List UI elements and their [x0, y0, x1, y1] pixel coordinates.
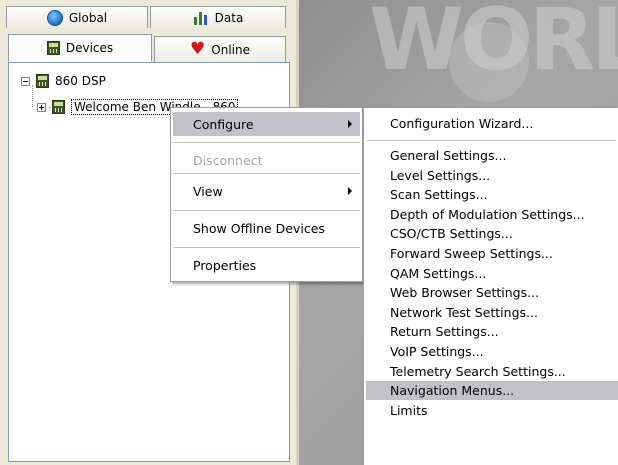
- tree-node-root-label: 860 DSP: [55, 74, 106, 88]
- menu-item-voip-settings[interactable]: VoIP Settings...: [366, 342, 618, 361]
- tab-global-label: Global: [68, 10, 108, 25]
- submenu-arrow-icon: [348, 120, 352, 128]
- menu-item-label: Disconnect: [193, 152, 263, 168]
- tab-data[interactable]: Data: [150, 6, 286, 28]
- menu-item-general-settings[interactable]: General Settings...: [366, 146, 618, 165]
- menu-item-qam-settings[interactable]: QAM Settings...: [366, 264, 618, 283]
- menu-item-disconnect[interactable]: Disconnect: [173, 148, 360, 172]
- menu-item-return-settings[interactable]: Return Settings...: [366, 322, 618, 341]
- context-menu: Configure Disconnect View Show Offline Devi…: [170, 107, 363, 282]
- bar-chart-icon: [193, 10, 209, 26]
- collapse-icon[interactable]: [21, 76, 30, 86]
- menu-item-telemetry-search-settings[interactable]: Telemetry Search Settings...: [366, 362, 618, 381]
- menu-separator: [366, 140, 616, 141]
- menu-item-configure[interactable]: Configure: [173, 112, 360, 136]
- device-icon: [36, 74, 49, 88]
- menu-item-cso-ctb-settings[interactable]: CSO/CTB Settings...: [366, 224, 618, 243]
- menu-separator: [173, 142, 360, 143]
- menu-item-view[interactable]: View: [173, 179, 360, 203]
- menu-item-label: Configure: [193, 116, 254, 132]
- heart-icon: ♥: [190, 39, 206, 59]
- menu-separator: [173, 247, 360, 248]
- device-icon: [46, 41, 60, 55]
- tree-node-root[interactable]: 860 DSP: [21, 72, 106, 90]
- menu-item-navigation-menus[interactable]: Navigation Menus...: [366, 381, 618, 401]
- menu-item-properties[interactable]: Properties: [173, 253, 360, 277]
- menu-separator: [173, 173, 360, 174]
- menu-item-network-test-settings[interactable]: Network Test Settings...: [366, 303, 618, 322]
- menu-item-level-settings[interactable]: Level Settings...: [366, 166, 618, 185]
- menu-item-limits[interactable]: Limits: [366, 401, 618, 420]
- tab-devices-label: Devices: [65, 41, 114, 55]
- configure-submenu: Configuration Wizard... General Settings…: [363, 107, 618, 465]
- menu-item-forward-sweep-settings[interactable]: Forward Sweep Settings...: [366, 244, 618, 263]
- tab-global[interactable]: Global: [6, 6, 148, 28]
- menu-item-label: Show Offline Devices: [193, 220, 325, 236]
- menu-item-configuration-wizard[interactable]: Configuration Wizard...: [366, 112, 618, 134]
- expand-icon[interactable]: [37, 102, 46, 112]
- menu-item-web-browser-settings[interactable]: Web Browser Settings...: [366, 283, 618, 302]
- menu-item-scan-settings[interactable]: Scan Settings...: [366, 185, 618, 204]
- globe-icon: [46, 9, 63, 26]
- background-watermark: WORL: [369, 0, 618, 90]
- device-icon: [52, 100, 65, 114]
- menu-item-label: Properties: [193, 257, 257, 273]
- tab-data-label: Data: [214, 10, 244, 25]
- tab-online[interactable]: ♥ Online: [154, 36, 286, 62]
- menu-separator: [173, 210, 360, 211]
- submenu-arrow-icon: [348, 187, 352, 195]
- tab-devices[interactable]: Devices: [8, 34, 152, 62]
- menu-item-depth-of-modulation-settings[interactable]: Depth of Modulation Settings...: [366, 205, 618, 224]
- menu-item-show-offline-devices[interactable]: Show Offline Devices: [173, 216, 360, 240]
- menu-item-label: View: [193, 183, 223, 199]
- tab-online-label: Online: [211, 42, 250, 57]
